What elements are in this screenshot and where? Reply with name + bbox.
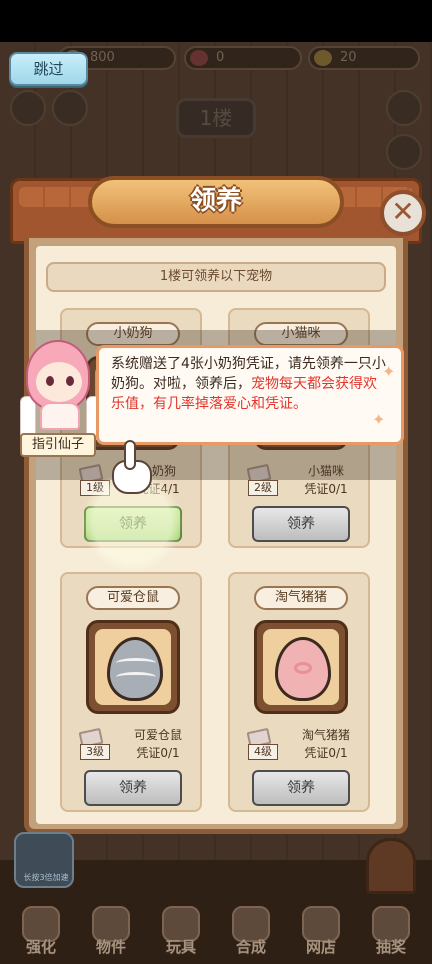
nav-label: 玩具 <box>165 938 196 956</box>
nav-label: 物件 <box>95 938 126 956</box>
egg-frame <box>86 620 180 714</box>
sparkle-icon: ✦ <box>372 410 386 429</box>
adopt-button-hamster[interactable]: 领养 <box>84 770 182 806</box>
nav-toys[interactable]: 玩具 <box>150 902 212 962</box>
tap-hand-icon <box>112 440 152 498</box>
pet-level: 2级 <box>248 480 278 496</box>
nav-strengthen[interactable]: 强化 <box>10 902 72 962</box>
piglet-egg-icon <box>275 637 331 701</box>
egg-frame <box>254 620 348 714</box>
guide-fairy-avatar <box>14 336 104 440</box>
hamster-egg-icon <box>107 637 163 701</box>
certificate-count: 凭证0/1 <box>136 746 180 760</box>
sparkle-icon: ✦ <box>382 362 396 381</box>
speed-boost-button[interactable]: 长按3倍加速 <box>14 832 74 888</box>
nav-label: 强化 <box>25 938 56 956</box>
speed-boost-label: 长按3倍加速 <box>23 873 69 882</box>
nav-label: 合成 <box>235 938 266 956</box>
adopt-button-piglet[interactable]: 领养 <box>252 770 350 806</box>
nav-synthesize[interactable]: 合成 <box>220 902 282 962</box>
modal-subtitle: 1楼可领养以下宠物 <box>46 262 386 292</box>
pet-name: 可爱仓鼠 <box>86 586 180 610</box>
bottom-nav: 强化 物件 玩具 合成 网店 抽奖 <box>0 902 432 964</box>
pet-level: 4级 <box>248 744 278 760</box>
door-icon[interactable] <box>366 838 416 894</box>
pet-level: 3级 <box>80 744 110 760</box>
modal-title: 领养 <box>88 176 344 228</box>
certificate-count: 凭证0/1 <box>304 746 348 760</box>
pet-name: 淘气猪猪 <box>254 586 348 610</box>
adopt-button-kitten[interactable]: 领养 <box>252 506 350 542</box>
certificate-name: 淘气猪猪 <box>301 728 350 742</box>
guide-name-tag: 指引仙子 <box>20 433 96 457</box>
nav-shop[interactable]: 网店 <box>290 902 352 962</box>
pet-card-hamster: 可爱仓鼠 3级 可爱仓鼠 凭证0/1 领养 <box>60 572 202 812</box>
pet-card-piglet: 淘气猪猪 4级 淘气猪猪 凭证0/1 领养 <box>228 572 370 812</box>
certificate-count: 凭证0/1 <box>304 482 348 496</box>
system-status-bar <box>0 0 432 42</box>
game-scene: 800 0 20 1楼 领养 ✕ 1楼可领养以下宠物 小奶狗 1级 小奶狗 凭证… <box>0 0 432 964</box>
skip-button[interactable]: 跳过 <box>9 52 88 86</box>
nav-label: 抽奖 <box>375 938 406 956</box>
nav-lottery[interactable]: 抽奖 <box>360 902 422 962</box>
close-button[interactable]: ✕ <box>380 190 426 236</box>
nav-label: 网店 <box>305 938 336 956</box>
guide-speech-bubble: 系统赠送了4张小奶狗凭证，请先领养一只小奶狗。对啦，领养后，宠物每天都会获得欢乐… <box>96 345 404 445</box>
nav-items[interactable]: 物件 <box>80 902 142 962</box>
certificate-name: 可爱仓鼠 <box>133 728 182 742</box>
